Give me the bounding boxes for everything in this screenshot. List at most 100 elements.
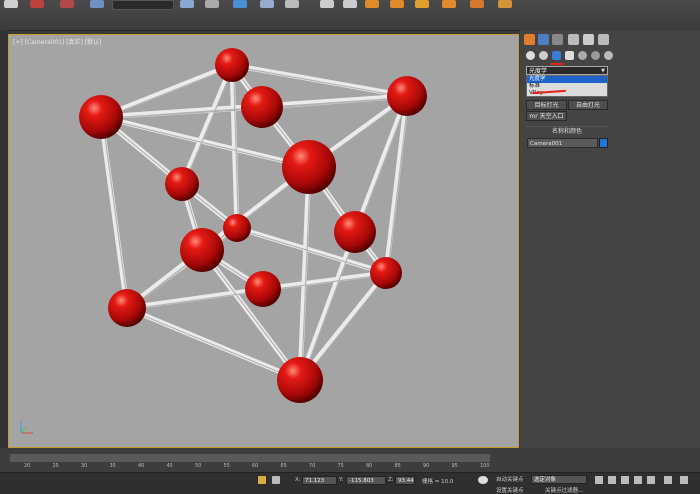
- timeline-tick-label: 55: [223, 463, 230, 469]
- atom-sphere[interactable]: [245, 271, 281, 307]
- object-name-field[interactable]: Camera001: [527, 138, 598, 148]
- material-editor-icon[interactable]: [365, 0, 379, 8]
- sky-portal-button[interactable]: mr 天空入口: [526, 111, 567, 121]
- space-warps-icon[interactable]: [591, 51, 600, 60]
- timeline-tick-label: 75: [337, 463, 344, 469]
- atom-sphere[interactable]: [215, 48, 249, 82]
- bond-rod-shadow: [263, 273, 389, 292]
- timeline-tick-label: 70: [309, 463, 316, 469]
- bond-rod: [260, 270, 389, 292]
- red-annotation-mark: [550, 63, 564, 65]
- bond-rod-shadow: [182, 65, 235, 187]
- name-and-color-rollout[interactable]: 名称和颜色: [526, 126, 608, 136]
- status-bar: X: 71.123 Y: -115.803 Z: 93.44 栅格 = 10.0…: [0, 472, 700, 494]
- timeline-tick-label: 60: [252, 463, 259, 469]
- selection-set-dropdown[interactable]: 选定对象: [531, 475, 587, 484]
- timeline-tick-label: 65: [280, 463, 287, 469]
- timeline-tick-label: 50: [195, 463, 202, 469]
- timeline-tick-label: 100: [480, 463, 490, 469]
- grid-size-label: 栅格 = 10.0: [422, 479, 454, 485]
- render-setup-icon[interactable]: [390, 0, 404, 8]
- link-icon[interactable]: [30, 0, 44, 8]
- dropdown-option-photometric[interactable]: 光度学: [527, 76, 607, 83]
- cameras-icon[interactable]: [565, 51, 574, 60]
- atom-sphere[interactable]: [370, 257, 402, 289]
- light-type-dropdown[interactable]: 光度学 ▼: [526, 66, 608, 75]
- bond-rod: [98, 114, 130, 311]
- select-icon[interactable]: [180, 0, 194, 8]
- render-icon[interactable]: [442, 0, 456, 8]
- hierarchy-tab-icon[interactable]: [552, 34, 563, 45]
- create-tab-icon[interactable]: [524, 34, 535, 45]
- molecule-model: [79, 48, 427, 403]
- go-to-start-icon[interactable]: [595, 476, 603, 484]
- undo-icon[interactable]: [4, 0, 18, 8]
- main-toolbar: [0, 0, 700, 31]
- bind-icon[interactable]: [90, 0, 104, 8]
- atom-sphere[interactable]: [223, 214, 251, 242]
- key-lock-icon[interactable]: [258, 476, 266, 484]
- camera-viewport[interactable]: [+] [Camera001] [真实] [默认]: [8, 34, 519, 448]
- lights-icon[interactable]: [552, 51, 561, 60]
- move-icon[interactable]: [233, 0, 247, 8]
- atom-sphere[interactable]: [334, 211, 376, 253]
- zoom-icon[interactable]: [664, 476, 672, 484]
- target-light-button[interactable]: 目标灯光: [526, 100, 567, 110]
- scale-icon[interactable]: [285, 0, 299, 8]
- z-label: Z:: [388, 477, 394, 483]
- timeline-tick-label: 40: [138, 463, 145, 469]
- atom-sphere[interactable]: [108, 289, 146, 327]
- atom-sphere[interactable]: [282, 140, 336, 194]
- active-shade-icon[interactable]: [498, 0, 512, 8]
- helpers-icon[interactable]: [578, 51, 587, 60]
- selection-lock-icon[interactable]: [272, 476, 280, 484]
- atom-sphere[interactable]: [277, 357, 323, 403]
- x-coordinate-field[interactable]: 71.123: [302, 476, 337, 485]
- atom-sphere[interactable]: [165, 167, 199, 201]
- timeline-tick-label: 45: [166, 463, 173, 469]
- timeline-tick-label: 80: [366, 463, 373, 469]
- select-by-name-icon[interactable]: [205, 0, 219, 8]
- go-to-end-icon[interactable]: [647, 476, 655, 484]
- bond-rod-shadow: [101, 117, 130, 311]
- timeline-tick-label: 35: [109, 463, 116, 469]
- play-icon[interactable]: [621, 476, 629, 484]
- dropdown-selected: 光度学: [529, 68, 548, 75]
- geometry-icon[interactable]: [526, 51, 535, 60]
- y-coordinate-field[interactable]: -115.803: [346, 476, 386, 485]
- key-icon[interactable]: [478, 476, 488, 484]
- display-tab-icon[interactable]: [583, 34, 594, 45]
- free-light-button[interactable]: 自由灯光: [568, 100, 608, 110]
- atom-sphere[interactable]: [387, 76, 427, 116]
- previous-frame-icon[interactable]: [608, 476, 616, 484]
- timeline-tick-label: 85: [394, 463, 401, 469]
- bond-rod: [259, 93, 410, 110]
- render-frame-icon[interactable]: [415, 0, 429, 8]
- x-label: X:: [295, 477, 301, 483]
- selection-filter-dropdown[interactable]: [112, 0, 174, 10]
- shapes-icon[interactable]: [539, 51, 548, 60]
- quick-render-icon[interactable]: [470, 0, 484, 8]
- auto-key-button[interactable]: 自动关键点: [496, 475, 524, 483]
- timeline-tick-label: 95: [451, 463, 458, 469]
- snap-icon[interactable]: [320, 0, 334, 8]
- dropdown-option-standard[interactable]: 标准: [527, 83, 607, 90]
- systems-icon[interactable]: [604, 51, 613, 60]
- object-color-swatch[interactable]: [599, 138, 608, 148]
- command-panel: 光度学 ▼ 光度学 标准 VRay 目标灯光 自由灯光 mr 天空入口 名称和颜…: [520, 30, 700, 448]
- rotate-icon[interactable]: [260, 0, 274, 8]
- timeline-tick-label: 25: [52, 463, 59, 469]
- unlink-icon[interactable]: [60, 0, 74, 8]
- atom-sphere[interactable]: [79, 95, 123, 139]
- z-coordinate-field[interactable]: 93.44: [395, 476, 415, 485]
- angle-snap-icon[interactable]: [343, 0, 357, 8]
- atom-sphere[interactable]: [180, 228, 224, 272]
- motion-tab-icon[interactable]: [568, 34, 579, 45]
- next-frame-icon[interactable]: [634, 476, 642, 484]
- atom-sphere[interactable]: [241, 86, 283, 128]
- utilities-tab-icon[interactable]: [598, 34, 609, 45]
- timeline-tick-label: 20: [24, 463, 31, 469]
- orbit-icon[interactable]: [680, 476, 688, 484]
- modify-tab-icon[interactable]: [538, 34, 549, 45]
- time-slider-track[interactable]: [10, 454, 490, 462]
